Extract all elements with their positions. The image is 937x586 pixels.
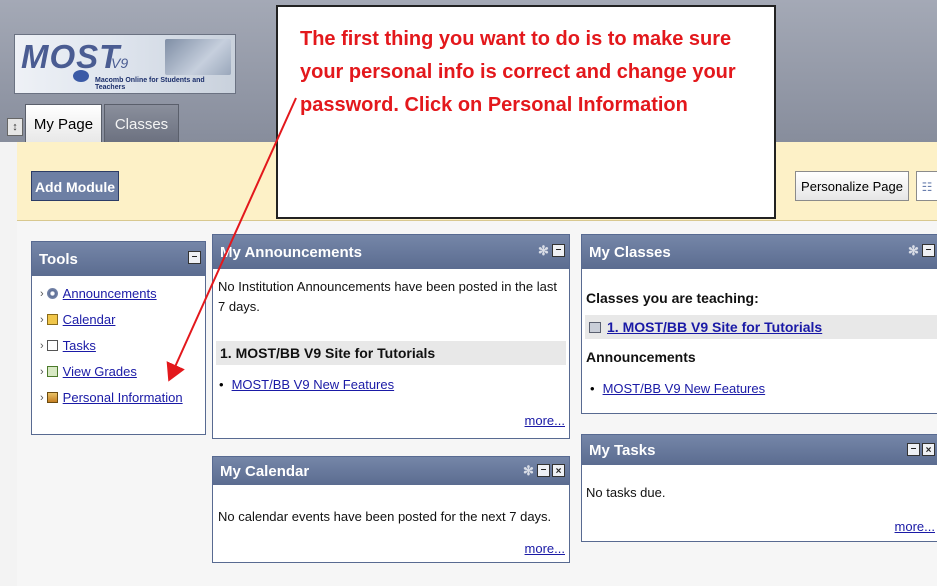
logo-subtitle: Macomb Online for Students and Teachers	[95, 77, 205, 91]
tools-module: Tools – › Announcements › Calendar › Tas…	[31, 241, 206, 435]
teaching-label: Classes you are teaching:	[586, 290, 759, 306]
classes-module: My Classes ✻ – Classes you are teaching:…	[581, 234, 937, 414]
announcements-title: My Announcements	[220, 244, 362, 261]
tools-module-header: Tools –	[32, 242, 205, 276]
close-icon[interactable]: ×	[552, 464, 565, 477]
announcement-icon	[46, 288, 58, 299]
minimize-icon[interactable]: –	[907, 443, 920, 456]
calendar-controls: ✻ – ×	[522, 464, 565, 477]
logo-version: V9	[111, 55, 129, 71]
tool-item-announcements[interactable]: › Announcements	[40, 286, 157, 301]
bullet: •	[590, 381, 595, 396]
chevron-right-icon: ›	[40, 365, 44, 378]
tasks-icon	[46, 340, 58, 351]
minimize-icon[interactable]: –	[552, 244, 565, 257]
course-book-icon	[589, 321, 601, 333]
chevron-right-icon: ›	[40, 339, 44, 352]
announcement-link[interactable]: MOST/BB V9 New Features	[232, 377, 395, 392]
no-tasks-text: No tasks due.	[586, 485, 666, 500]
tool-item-personal-information[interactable]: › Personal Information	[40, 390, 183, 405]
chevron-right-icon: ›	[40, 287, 44, 300]
classes-controls: ✻ –	[907, 244, 935, 257]
minimize-icon[interactable]: –	[922, 244, 935, 257]
logo-photo	[165, 39, 231, 75]
minimize-icon[interactable]: –	[188, 251, 201, 264]
no-announcements-text: No Institution Announcements have been p…	[218, 279, 557, 314]
calendar-icon	[46, 314, 58, 325]
layout-icon[interactable]: ☷	[916, 171, 937, 201]
class-row: 1. MOST/BB V9 Site for Tutorials	[585, 315, 937, 339]
personal-info-icon	[46, 392, 58, 403]
class-announcement-item: • MOST/BB V9 New Features	[590, 381, 765, 396]
personalize-page-button[interactable]: Personalize Page	[795, 171, 909, 201]
tool-item-calendar[interactable]: › Calendar	[40, 312, 115, 327]
instruction-callout: The first thing you want to do is to mak…	[276, 5, 776, 219]
most-logo: MOST V9 Macomb Online for Students and T…	[14, 34, 236, 94]
tasks-module: My Tasks – × No tasks due. more...	[581, 434, 937, 542]
tasks-module-header: My Tasks – ×	[582, 435, 937, 465]
announcement-list-item: • MOST/BB V9 New Features	[219, 377, 394, 392]
classes-module-header: My Classes ✻ –	[582, 235, 937, 269]
tasks-title: My Tasks	[589, 442, 656, 459]
gear-icon[interactable]: ✻	[907, 244, 920, 257]
logo-swirl-icon	[73, 70, 89, 82]
tools-controls: –	[188, 251, 201, 264]
grades-icon	[46, 366, 58, 377]
add-module-button[interactable]: Add Module	[31, 171, 119, 201]
tool-label[interactable]: Tasks	[63, 338, 96, 353]
no-calendar-events-text: No calendar events have been posted for …	[218, 509, 552, 524]
announcements-module: My Announcements ✻ – No Institution Anno…	[212, 234, 570, 439]
callout-text: The first thing you want to do is to mak…	[300, 28, 736, 116]
calendar-module-header: My Calendar ✻ – ×	[213, 457, 569, 485]
collapse-header-button[interactable]: ↕	[7, 118, 23, 136]
calendar-more-link[interactable]: more...	[525, 541, 565, 556]
blackboard-portal: MOST V9 Macomb Online for Students and T…	[0, 0, 937, 586]
calendar-title: My Calendar	[220, 463, 310, 480]
close-icon[interactable]: ×	[922, 443, 935, 456]
calendar-module: My Calendar ✻ – × No calendar events hav…	[212, 456, 570, 563]
class-course-link[interactable]: 1. MOST/BB V9 Site for Tutorials	[607, 319, 822, 335]
logo-most-text: MOST	[21, 38, 121, 75]
gear-icon[interactable]: ✻	[537, 244, 550, 257]
tool-label[interactable]: Personal Information	[63, 390, 183, 405]
tool-item-tasks[interactable]: › Tasks	[40, 338, 96, 353]
tool-label[interactable]: Calendar	[63, 312, 116, 327]
minimize-icon[interactable]: –	[537, 464, 550, 477]
classes-announcements-label: Announcements	[586, 349, 696, 365]
gear-icon[interactable]: ✻	[522, 464, 535, 477]
announcements-module-header: My Announcements ✻ –	[213, 235, 569, 269]
class-announcement-link[interactable]: MOST/BB V9 New Features	[603, 381, 766, 396]
announcements-more-link[interactable]: more...	[525, 413, 565, 428]
tab-my-page[interactable]: My Page	[25, 104, 102, 142]
tool-label[interactable]: Announcements	[63, 286, 157, 301]
tasks-more-link[interactable]: more...	[895, 519, 935, 534]
tools-title: Tools	[39, 251, 78, 268]
chevron-right-icon: ›	[40, 313, 44, 326]
tool-label[interactable]: View Grades	[63, 364, 137, 379]
announcement-course-heading: 1. MOST/BB V9 Site for Tutorials	[216, 341, 566, 365]
tab-classes[interactable]: Classes	[104, 104, 179, 142]
classes-title: My Classes	[589, 244, 671, 261]
announcements-controls: ✻ –	[537, 244, 565, 257]
bullet: •	[219, 377, 224, 392]
tool-item-view-grades[interactable]: › View Grades	[40, 364, 137, 379]
tasks-controls: – ×	[907, 443, 935, 456]
chevron-right-icon: ›	[40, 391, 44, 404]
